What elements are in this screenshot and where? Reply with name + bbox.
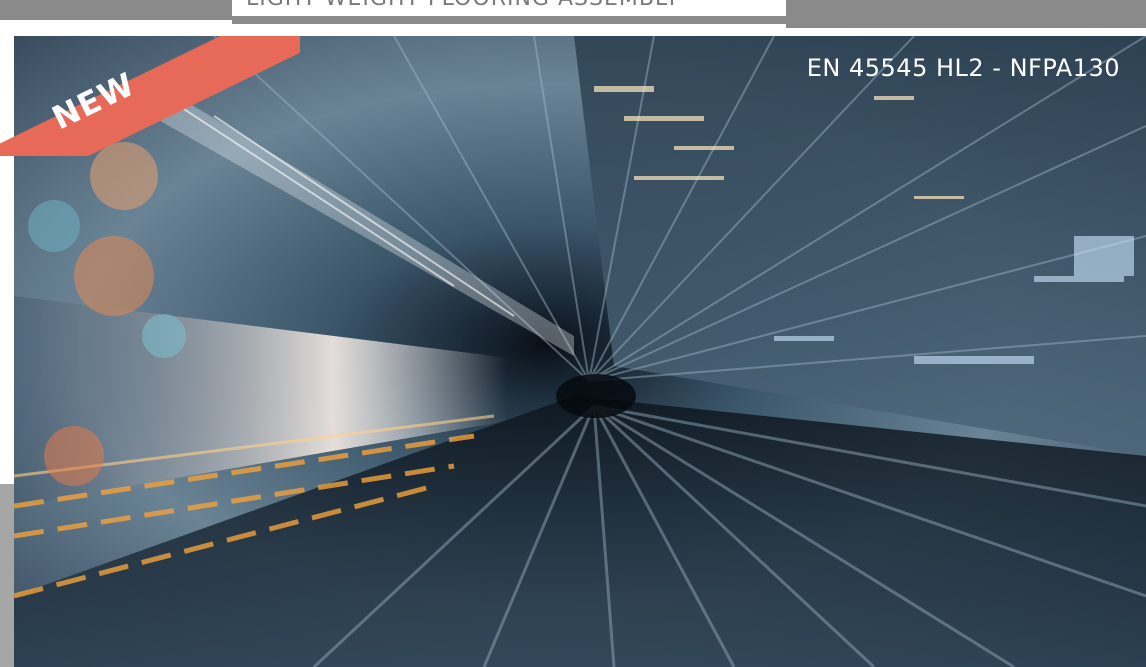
new-badge-ribbon bbox=[0, 36, 300, 156]
top-band-bar-left bbox=[0, 0, 232, 20]
page: LIGHT WEIGHT FLOORING ASSEMBLY bbox=[0, 0, 1146, 667]
header-title: LIGHT WEIGHT FLOORING ASSEMBLY bbox=[246, 0, 680, 11]
left-stub bbox=[0, 484, 14, 667]
standards-label: EN 45545 HL2 - NFPA130 bbox=[806, 54, 1120, 82]
top-band: LIGHT WEIGHT FLOORING ASSEMBLY bbox=[0, 0, 1146, 30]
top-band-bar-right bbox=[786, 0, 1146, 28]
new-badge: NEW bbox=[0, 36, 300, 156]
